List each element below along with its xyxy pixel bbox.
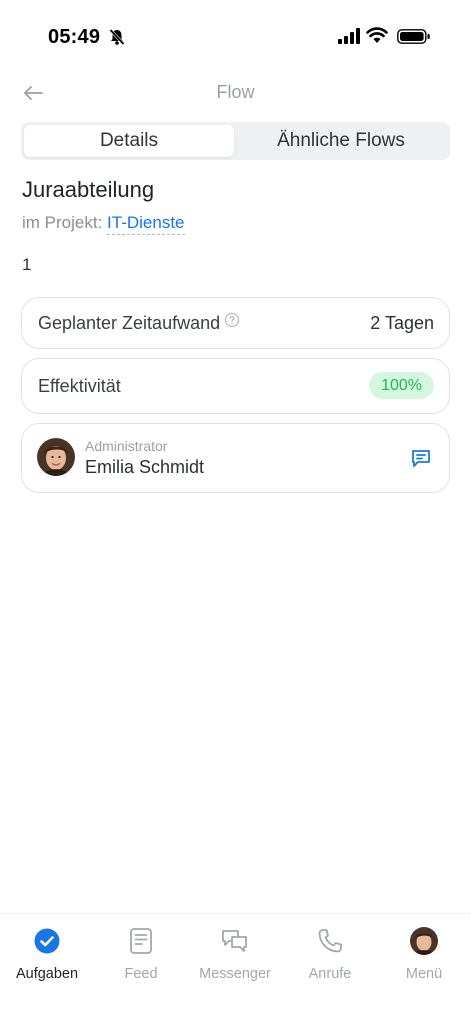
phone-icon	[283, 926, 377, 956]
tab-messenger-label: Messenger	[199, 966, 271, 982]
tab-menu-label: Menü	[405, 966, 443, 982]
project-line: im Projekt: IT-Dienste	[22, 213, 185, 235]
newspaper-icon	[94, 926, 188, 956]
page-title: Flow	[216, 82, 255, 102]
flow-name: Juraabteilung	[22, 177, 155, 202]
tab-details[interactable]: Details	[24, 125, 234, 157]
flow-description: 1	[22, 255, 32, 274]
administrator-card[interactable]: Administrator Emilia Schmidt	[21, 423, 450, 493]
tab-messenger[interactable]: Messenger	[188, 926, 282, 982]
segmented-control: Details Ähnliche Flows	[21, 122, 450, 160]
chat-message-icon[interactable]	[409, 446, 433, 470]
wifi-icon	[366, 27, 388, 49]
efficiency-card[interactable]: Effektivität 100%	[21, 358, 450, 414]
avatar	[377, 926, 471, 956]
tab-feed-label: Feed	[124, 966, 158, 982]
tab-similar-flows[interactable]: Ähnliche Flows	[235, 125, 447, 157]
bottom-tab-bar: Aufgaben Feed Messenger Anrufe Menü	[0, 913, 471, 1025]
cellular-signal-icon	[338, 28, 360, 49]
tab-tasks-label: Aufgaben	[15, 966, 79, 982]
tab-calls-label: Anrufe	[308, 966, 352, 982]
efficiency-label: Effektivität	[38, 376, 121, 396]
tab-tasks[interactable]: Aufgaben	[0, 926, 94, 982]
tab-feed[interactable]: Feed	[94, 926, 188, 982]
nav-bar: Flow	[0, 75, 471, 111]
tab-menu[interactable]: Menü	[377, 926, 471, 982]
planned-effort-value: 2 Tagen	[370, 313, 434, 333]
admin-name: Emilia Schmidt	[85, 457, 205, 477]
tab-calls[interactable]: Anrufe	[283, 926, 377, 982]
planned-effort-label-row: Geplanter Zeitaufwand	[38, 313, 240, 334]
battery-icon	[397, 29, 431, 49]
planned-effort-card[interactable]: Geplanter Zeitaufwand 2 Tagen	[21, 297, 450, 349]
checkmark-circle-icon	[0, 926, 94, 956]
avatar[interactable]	[37, 438, 75, 476]
admin-role: Administrator	[85, 438, 168, 454]
help-icon[interactable]	[224, 312, 240, 333]
project-link[interactable]: IT-Dienste	[107, 213, 185, 235]
project-prefix: im Projekt:	[22, 213, 108, 232]
efficiency-badge: 100%	[369, 372, 434, 399]
status-time: 05:49	[48, 26, 101, 48]
chat-bubbles-icon	[188, 926, 282, 956]
planned-effort-label: Geplanter Zeitaufwand	[38, 313, 221, 333]
bell-off-icon	[108, 28, 126, 51]
status-bar: 05:49	[0, 0, 471, 70]
